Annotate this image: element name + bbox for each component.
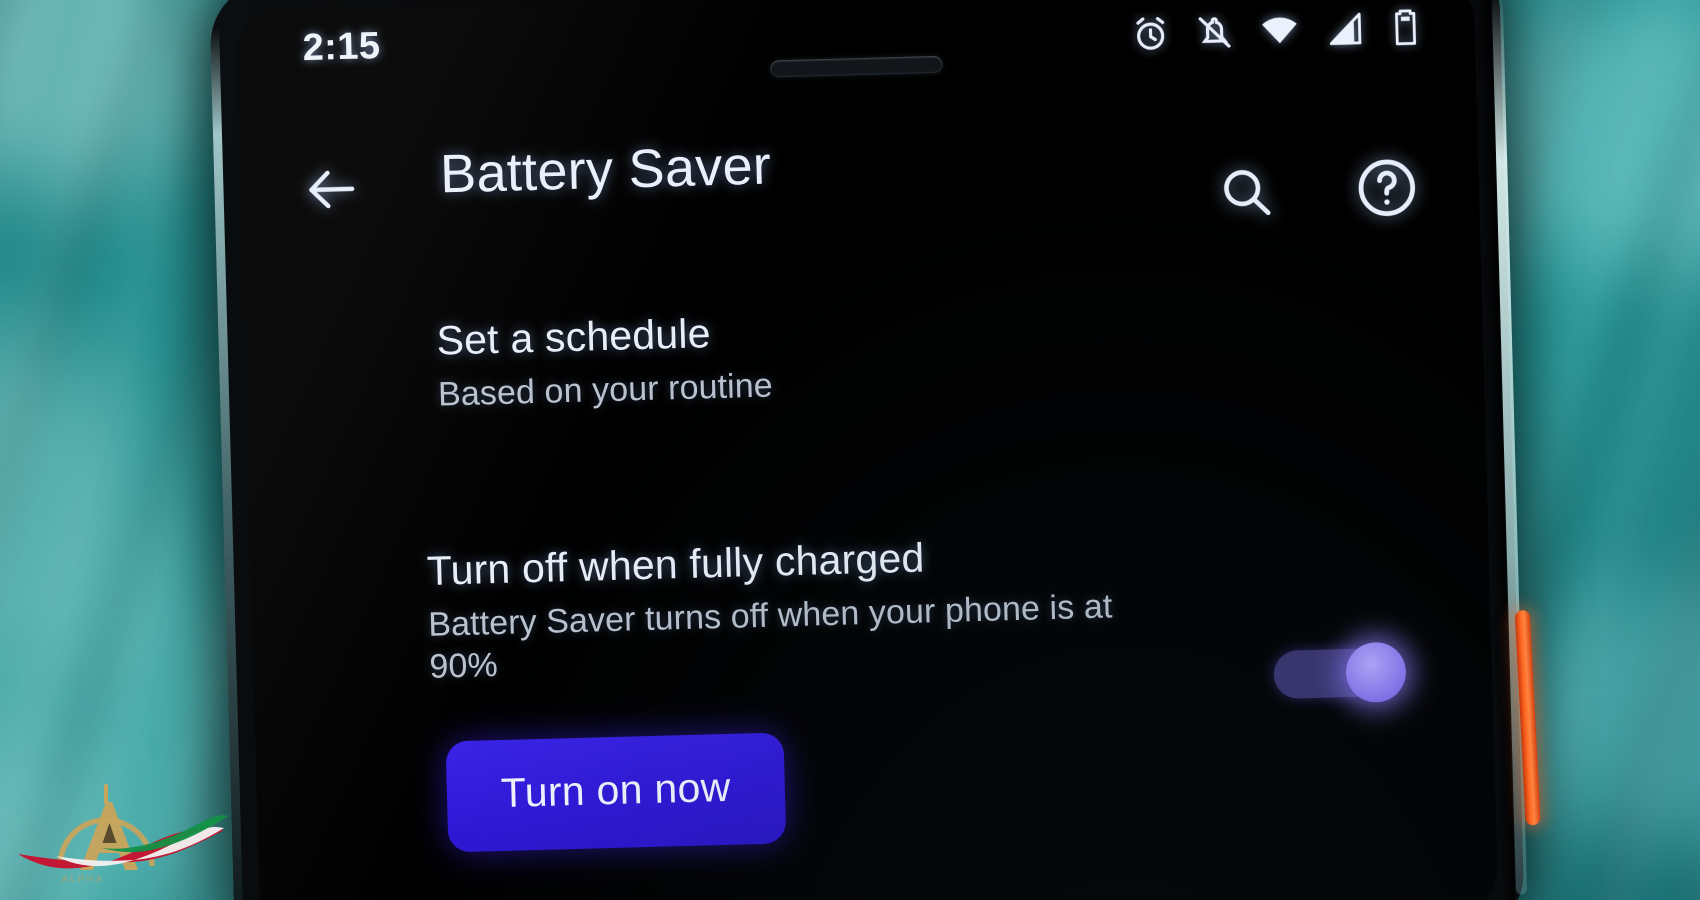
back-button[interactable]: [298, 158, 366, 226]
status-bar-icons: [1130, 7, 1423, 55]
watermark-caption: ALPHA: [62, 874, 105, 884]
app-bar-actions: [1214, 153, 1422, 227]
setting-subtitle: Based on your routine: [437, 366, 774, 414]
toggle-thumb: [1345, 641, 1407, 704]
status-bar-clock: 2:15: [302, 25, 381, 70]
alarm-icon: [1130, 14, 1171, 55]
wifi-icon: [1258, 10, 1301, 51]
screenshot-scene: 2:15 Battery Saver Set a schedule Based …: [0, 0, 1700, 900]
setting-row-set-a-schedule[interactable]: Set a schedule Based on your routine: [244, 289, 1484, 421]
help-icon[interactable]: [1352, 153, 1422, 223]
primary-action-area: Turn on now: [256, 714, 1497, 858]
notifications-silenced-icon: [1194, 12, 1235, 53]
back-arrow-icon: [300, 157, 364, 226]
status-bar: 2:15: [236, 0, 1477, 121]
setting-row-turn-off-when-fully-charged[interactable]: Turn off when fully charged Battery Save…: [250, 519, 1491, 704]
search-icon[interactable]: [1214, 160, 1278, 224]
setting-title: Set a schedule: [436, 310, 712, 364]
setting-title: Turn off when fully charged: [426, 534, 925, 595]
battery-icon: [1388, 7, 1423, 48]
app-bar: Battery Saver: [239, 103, 1480, 276]
page-title: Battery Saver: [439, 135, 772, 205]
setting-subtitle: Battery Saver turns off when your phone …: [427, 587, 1113, 687]
cellular-signal-icon: [1324, 8, 1365, 49]
watermark-logo: ALPHA: [14, 762, 228, 890]
turn-on-now-button[interactable]: Turn on now: [445, 732, 787, 853]
turn-off-when-fully-charged-toggle[interactable]: [1273, 641, 1407, 706]
settings-list: Set a schedule Based on your routine Tur…: [243, 253, 1498, 900]
phone-device: 2:15 Battery Saver Set a schedule Based …: [208, 0, 1541, 900]
phone-screen: 2:15 Battery Saver Set a schedule Based …: [235, 0, 1499, 900]
